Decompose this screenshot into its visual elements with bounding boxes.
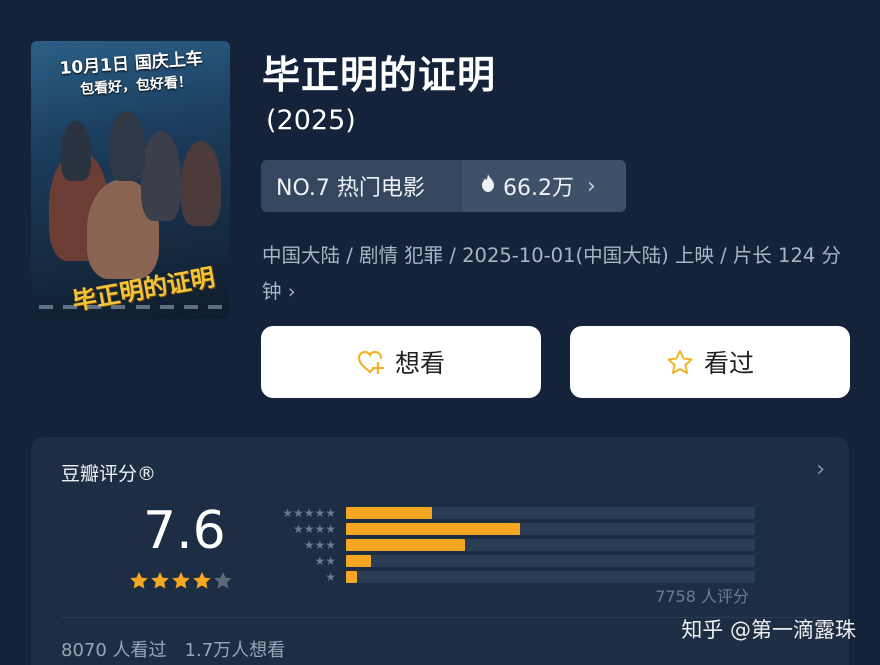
- watched-button[interactable]: 看过: [570, 326, 850, 398]
- want-label: 想看: [394, 349, 445, 378]
- rating-bar-track: [346, 523, 755, 535]
- chevron-right-icon: ›: [287, 280, 296, 303]
- rating-bar-track: [346, 571, 755, 583]
- poster-credits: [39, 305, 222, 313]
- star-filled-icon: [172, 572, 190, 589]
- star-filled-icon: [193, 572, 211, 589]
- rating-bar-4-star: [346, 523, 520, 535]
- rating-row-stars: ★★★★: [292, 522, 337, 536]
- chevron-right-icon: ›: [587, 173, 596, 199]
- movie-meta[interactable]: 中国大陆 / 剧情 犯罪 / 2025-10-01(中国大陆) 上映 / 片长 …: [262, 238, 842, 310]
- rating-row-stars: ★★★★★: [282, 506, 337, 520]
- star-filled-icon: [130, 572, 148, 589]
- meta-text: 中国大陆 / 剧情 犯罪 / 2025-10-01(中国大陆) 上映 / 片长 …: [262, 244, 841, 303]
- rating-score: 7.6: [143, 501, 226, 561]
- movie-poster[interactable]: 10月1日 国庆上车 包看好，包好看！ 毕正明的证明: [31, 41, 230, 319]
- heat-value: 66.2万: [503, 176, 574, 201]
- star-empty-icon: [214, 572, 232, 589]
- rating-bar-track: [346, 507, 755, 519]
- chevron-right-icon[interactable]: ›: [816, 457, 825, 482]
- movie-year: (2025): [266, 105, 356, 136]
- rank-label[interactable]: NO.7 热门电影: [261, 160, 462, 212]
- star-outline-icon: [666, 349, 694, 376]
- watch-stats: 8070 人看过 1.7万人想看: [61, 636, 285, 662]
- rating-distribution: ★★★★★ ★★★★ ★★★ ★★ ★: [255, 505, 755, 585]
- rating-bar-row: ★★★★: [255, 521, 755, 537]
- rating-row-stars: ★★★: [303, 538, 337, 552]
- rating-count: 7758 人评分: [655, 587, 749, 606]
- rating-bar-1-star: [346, 571, 358, 583]
- watermark: 知乎 @第一滴露珠: [681, 618, 856, 642]
- rating-bar-row: ★★★: [255, 537, 755, 553]
- movie-title: 毕正明的证明: [262, 53, 497, 97]
- rating-stars: [129, 571, 233, 590]
- rating-header: 豆瓣评分®: [61, 463, 157, 485]
- want-count: 1.7万人想看: [184, 640, 286, 661]
- seen-label: 看过: [703, 349, 754, 378]
- rating-bar-5-star: [346, 507, 432, 519]
- seen-count: 8070 人看过: [61, 640, 167, 661]
- rating-bar-row: ★★: [255, 553, 755, 569]
- rating-bar-3-star: [346, 539, 465, 551]
- rating-row-stars: ★: [325, 570, 337, 584]
- star-filled-icon: [151, 572, 169, 589]
- rank-bar: NO.7 热门电影 66.2万 ›: [261, 160, 626, 212]
- rating-bar-2-star: [346, 555, 371, 567]
- rating-bar-row: ★★★★★: [255, 505, 755, 521]
- heart-plus-icon: [357, 349, 385, 375]
- rating-bar-track: [346, 539, 755, 551]
- rating-row-stars: ★★: [314, 554, 337, 568]
- flame-icon: [480, 173, 496, 199]
- heat-button[interactable]: 66.2万 ›: [462, 160, 626, 212]
- rating-bar-track: [346, 555, 755, 567]
- want-to-watch-button[interactable]: 想看: [261, 326, 541, 398]
